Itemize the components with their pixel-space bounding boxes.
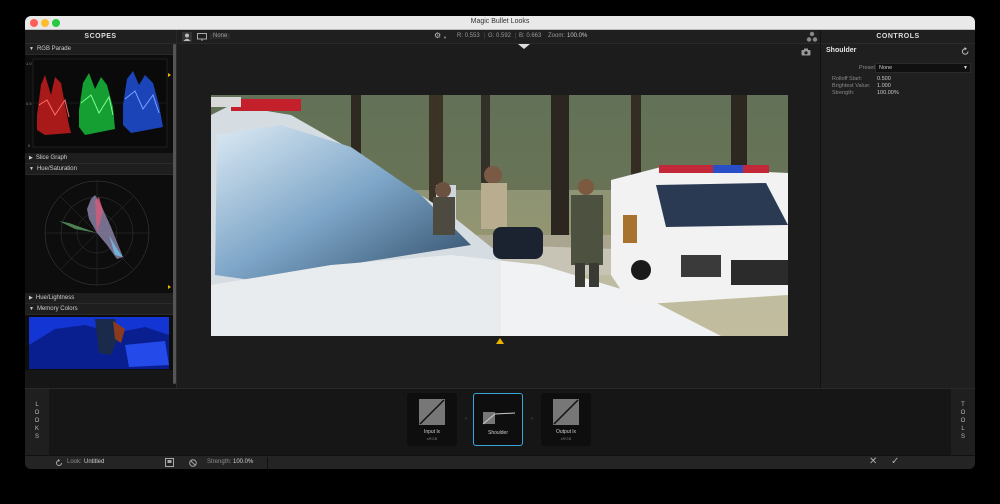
triangle-down-icon: ▼ — [29, 166, 34, 172]
cancel-icon[interactable]: ✕ — [869, 456, 877, 467]
status-divider — [267, 457, 268, 469]
viewer-toolbar: None ⚙ ▼ R: 0.553 | G: 0.592 | B: 0.663 … — [178, 30, 820, 44]
readout-divider: | — [515, 33, 517, 39]
looks-tab-label: LOOKS — [34, 402, 40, 440]
hue-saturation-scope — [25, 175, 176, 293]
param-value[interactable]: 0.500 — [877, 76, 891, 82]
confirm-icon[interactable]: ✓ — [891, 456, 899, 467]
curve-icon — [553, 399, 579, 425]
tool-card-input[interactable]: Input lx sRGB — [407, 393, 457, 446]
section-label: RGB Parade — [36, 46, 71, 52]
chevron-right-icon: › — [531, 416, 533, 422]
preset-label: Preset: — [859, 65, 877, 71]
readout-divider: | — [484, 33, 486, 39]
section-label: Slice Graph — [35, 155, 68, 161]
section-label: Memory Colors — [36, 306, 78, 312]
scopes-scrollbar[interactable] — [173, 44, 176, 384]
strength-label: Strength: — [207, 459, 232, 465]
section-label: Hue/Saturation — [36, 166, 77, 172]
caret-down-icon[interactable] — [518, 44, 530, 52]
param-value[interactable]: 1.000 — [877, 83, 891, 89]
scopes-header: SCOPES — [25, 30, 176, 44]
memory-colors-preview — [29, 317, 169, 369]
camera-icon[interactable] — [801, 48, 811, 56]
tools-tab[interactable]: TOOLS — [951, 389, 975, 456]
r-readout: R: 0.553 — [457, 33, 480, 39]
triangle-right-icon: ▶ — [29, 295, 33, 301]
zoom-label: Zoom: — [548, 33, 566, 39]
preset-view-field[interactable]: None — [210, 33, 231, 39]
curve-icon — [419, 399, 445, 425]
color-dots-icon[interactable] — [806, 31, 818, 43]
title-bar: Magic Bullet Looks — [25, 16, 975, 30]
tool-name: Shoulder — [826, 47, 857, 54]
controls-header: CONTROLS — [821, 30, 975, 44]
parade-tick: 0.5 — [26, 101, 32, 106]
tools-tab-label: TOOLS — [960, 402, 966, 440]
section-hue-saturation[interactable]: ▼ Hue/Saturation — [25, 164, 176, 175]
controls-panel: CONTROLS Shoulder Preset: None ▼ Rolloff… — [820, 30, 975, 388]
chevron-down-icon: ▼ — [963, 65, 968, 71]
param-label: Strength: — [832, 90, 855, 96]
preset-dropdown[interactable]: None ▼ — [875, 63, 971, 73]
parade-tick: 0 — [28, 143, 31, 148]
g-readout: G: 0.592 — [488, 33, 512, 39]
section-memory-colors[interactable]: ▼ Memory Colors — [25, 304, 176, 315]
triangle-down-icon: ▼ — [29, 46, 34, 52]
undo-icon[interactable] — [55, 459, 63, 467]
tool-card-label: Shoulder — [487, 430, 508, 436]
section-rgb-parade[interactable]: ▼ RGB Parade — [25, 44, 176, 55]
preview-image[interactable] — [211, 95, 788, 336]
monitor-icon[interactable] — [197, 33, 207, 41]
rgb-parade-graph: 1.0 0.5 0 — [26, 58, 171, 148]
chevron-down-icon[interactable]: ▼ — [443, 35, 447, 40]
tool-card-sublabel: sRGB — [560, 436, 572, 441]
section-hue-lightness[interactable]: ▶ Hue/Lightness — [25, 293, 176, 304]
tool-card-label: Input lx — [423, 429, 441, 435]
rgb-parade-scope: 1.0 0.5 0 — [25, 55, 176, 153]
window-title: Magic Bullet Looks — [470, 18, 530, 25]
section-slice-graph[interactable]: ▶ Slice Graph — [25, 153, 176, 164]
preset-value: None — [879, 65, 893, 71]
tool-card-label: Output lx — [555, 429, 576, 435]
tool-card-shoulder[interactable]: Shoulder — [473, 393, 523, 446]
look-name[interactable]: Untitled — [84, 459, 104, 465]
param-value[interactable]: 100.00% — [877, 90, 899, 96]
strength-value[interactable]: 100.0% — [233, 459, 253, 465]
save-icon[interactable] — [165, 458, 174, 467]
vectorscope-graph — [44, 180, 171, 289]
shoulder-curve-icon — [482, 412, 516, 425]
memory-colors-scope — [25, 315, 176, 370]
look-label: Look: — [67, 459, 82, 465]
section-label: Hue/Lightness — [35, 295, 75, 301]
zoom-value[interactable]: 100.0% — [567, 33, 587, 39]
bypass-icon[interactable] — [189, 459, 197, 467]
image-viewer — [178, 44, 820, 388]
reset-icon[interactable] — [961, 47, 970, 56]
looks-tab[interactable]: LOOKS — [25, 389, 49, 456]
app-window: Magic Bullet Looks SCOPES ▼ RGB Parade 1.… — [25, 16, 975, 469]
split-marker-icon[interactable] — [496, 338, 504, 344]
chevron-right-icon: › — [465, 416, 467, 422]
triangle-right-icon: ▶ — [29, 155, 33, 161]
b-readout: B: 0.663 — [519, 33, 542, 39]
tool-card-sublabel: sRGB — [426, 436, 438, 441]
scopes-panel: SCOPES ▼ RGB Parade 1.0 0.5 0 ▶ Slice Grap… — [25, 30, 177, 388]
param-label: Brightest Value: — [832, 83, 871, 89]
param-label: Rolloff Start: — [832, 76, 863, 82]
status-bar: Look: Untitled Strength: 100.0% ✕ ✓ — [25, 455, 975, 469]
triangle-down-icon: ▼ — [29, 306, 34, 312]
tool-card-output[interactable]: Output lx sRGB — [541, 393, 591, 446]
person-icon[interactable] — [182, 32, 192, 42]
tool-chain-tray: LOOKS TOOLS Input lx sRGB › Shoulder › O… — [25, 388, 975, 456]
parade-tick: 1.0 — [26, 61, 32, 66]
gear-icon[interactable]: ⚙ — [434, 31, 441, 40]
